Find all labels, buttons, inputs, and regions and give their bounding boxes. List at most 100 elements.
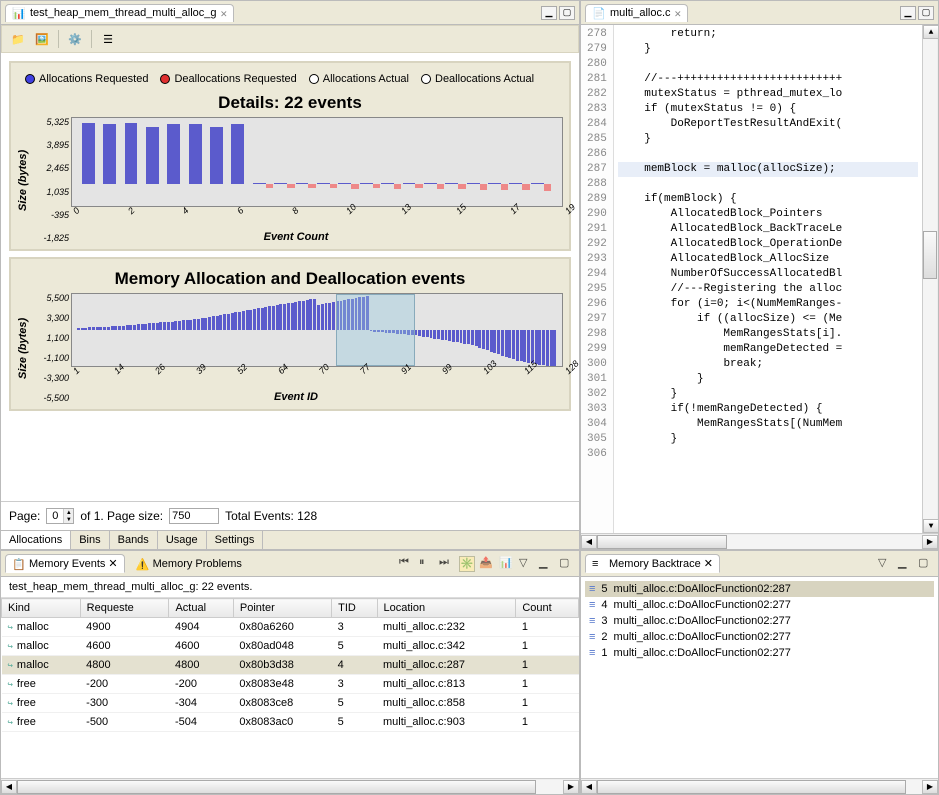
page-input[interactable] (47, 509, 63, 523)
code-file-tab[interactable]: 📄 multi_alloc.c ✕ (585, 4, 688, 22)
tool-icon[interactable]: ⏭ (439, 556, 455, 572)
details-plot-area[interactable] (71, 117, 563, 207)
backtrace-item[interactable]: ≡1multi_alloc.c:DoAllocFunction02:277 (585, 645, 934, 661)
page-spinner[interactable]: ▲▼ (46, 508, 74, 524)
tool-icon[interactable]: 📤 (479, 556, 495, 572)
backtrace-item[interactable]: ≡3multi_alloc.c:DoAllocFunction02:277 (585, 613, 934, 629)
column-header[interactable]: Count (516, 599, 579, 618)
scroll-left-icon[interactable]: ◀ (581, 535, 597, 549)
close-icon[interactable]: ✕ (108, 557, 117, 570)
line-number-gutter: 2782792802812822832842852862872882892902… (581, 25, 614, 533)
events-table[interactable]: KindRequesteActualPointerTIDLocationCoun… (1, 598, 579, 778)
tool-icon[interactable]: ✳️ (459, 556, 475, 572)
c-file-icon: 📄 (592, 7, 606, 19)
tool-icon[interactable]: ⏸ (419, 556, 435, 572)
scroll-thumb[interactable] (597, 535, 727, 549)
backtrace-tab-bar: ≡ Memory Backtrace ✕ ▽ ▁ ▢ (581, 551, 938, 577)
maximize-icon[interactable]: ▢ (559, 6, 575, 20)
scroll-left-icon[interactable]: ◀ (581, 780, 597, 794)
overview-y-label: Size (bytes) (17, 293, 29, 403)
page-down-icon[interactable]: ▼ (63, 516, 73, 523)
table-row[interactable]: ↪free-300-3040x8083ce85multi_alloc.c:858… (2, 694, 579, 713)
tool-icon[interactable]: 📊 (499, 556, 515, 572)
tool-icon-2[interactable]: 🖼️ (34, 31, 50, 47)
events-icon: 📋 (12, 558, 26, 570)
close-icon[interactable]: ✕ (221, 7, 228, 20)
table-row[interactable]: ↪malloc480048000x80b3d384multi_alloc.c:2… (2, 656, 579, 675)
maximize-icon[interactable]: ▢ (559, 556, 575, 572)
analysis-tab-settings[interactable]: Settings (207, 531, 264, 549)
column-header[interactable]: Pointer (233, 599, 331, 618)
analysis-tab-usage[interactable]: Usage (158, 531, 207, 549)
code-lines[interactable]: return; } //---+++++++++++++++++++++++++… (614, 25, 922, 533)
scroll-thumb[interactable] (923, 231, 937, 279)
minimize-icon[interactable]: ▁ (898, 556, 914, 572)
tool-icon[interactable]: ⏮ (399, 556, 415, 572)
code-tab-title: multi_alloc.c (610, 7, 671, 19)
minimize-icon[interactable]: ▁ (539, 556, 555, 572)
scroll-down-icon[interactable]: ▼ (923, 519, 938, 533)
chart-legend: Allocations Requested Deallocations Requ… (17, 69, 563, 89)
analysis-tab-allocations[interactable]: Allocations (1, 531, 71, 549)
minimize-icon[interactable]: ▁ (900, 6, 916, 20)
menu-dropdown-icon[interactable]: ▽ (519, 556, 535, 572)
table-row[interactable]: ↪free-500-5040x8083ac05multi_alloc.c:903… (2, 713, 579, 732)
table-row[interactable]: ↪malloc460046000x80ad0485multi_alloc.c:3… (2, 637, 579, 656)
memory-events-tab[interactable]: 📋 Memory Events ✕ (5, 554, 125, 573)
analysis-tab-bins[interactable]: Bins (71, 531, 109, 549)
total-events-label: Total Events: 128 (225, 509, 317, 523)
horizontal-scrollbar[interactable]: ◀ ▶ (581, 533, 938, 549)
page-label: Page: (9, 509, 40, 523)
code-area[interactable]: 2782792802812822832842852862872882892902… (581, 25, 938, 533)
memory-problems-tab[interactable]: ⚠️ Memory Problems (129, 555, 249, 573)
tool-icon-3[interactable]: ⚙️ (67, 31, 83, 47)
backtrace-tab[interactable]: ≡ Memory Backtrace ✕ (585, 554, 720, 573)
menu-dropdown-icon[interactable]: ▽ (878, 556, 894, 572)
column-header[interactable]: Requeste (80, 599, 169, 618)
analysis-mode-tabs: AllocationsBinsBandsUsageSettings (1, 530, 579, 549)
close-icon[interactable]: ✕ (704, 557, 713, 570)
horizontal-scrollbar[interactable]: ◀ ▶ (581, 778, 938, 794)
table-row[interactable]: ↪malloc490049040x80a62603multi_alloc.c:2… (2, 618, 579, 637)
chart-toolbar: 📁 🖼️ ⚙️ ☰ (1, 25, 579, 53)
maximize-icon[interactable]: ▢ (918, 6, 934, 20)
overview-x-label: Event ID (29, 391, 563, 403)
vertical-scrollbar[interactable]: ▲ ▼ (922, 25, 938, 533)
events-tab-bar: 📋 Memory Events ✕ ⚠️ Memory Problems ⏮ ⏸… (1, 551, 579, 577)
tool-icon-4[interactable]: ☰ (100, 31, 116, 47)
minimize-icon[interactable]: ▁ (541, 6, 557, 20)
scroll-up-icon[interactable]: ▲ (923, 25, 938, 39)
events-tab-label: Memory Events (29, 558, 105, 570)
legend-alloc-req: Allocations Requested (39, 73, 148, 85)
column-header[interactable]: Actual (169, 599, 233, 618)
close-icon[interactable]: ✕ (675, 7, 682, 20)
scroll-thumb[interactable] (17, 780, 536, 794)
column-header[interactable]: TID (332, 599, 377, 618)
maximize-icon[interactable]: ▢ (918, 556, 934, 572)
page-size-input[interactable] (169, 508, 219, 524)
backtrace-list[interactable]: ≡5multi_alloc.c:DoAllocFunction02:287≡4m… (581, 577, 938, 778)
backtrace-item[interactable]: ≡2multi_alloc.c:DoAllocFunction02:277 (585, 629, 934, 645)
left-tab-bar: 📊 test_heap_mem_thread_multi_alloc_g ✕ ▁… (1, 1, 579, 25)
tool-icon-1[interactable]: 📁 (10, 31, 26, 47)
scroll-right-icon[interactable]: ▶ (922, 535, 938, 549)
column-header[interactable]: Kind (2, 599, 81, 618)
backtrace-item[interactable]: ≡4multi_alloc.c:DoAllocFunction02:277 (585, 597, 934, 613)
scroll-right-icon[interactable]: ▶ (563, 780, 579, 794)
scroll-left-icon[interactable]: ◀ (1, 780, 17, 794)
backtrace-item[interactable]: ≡5multi_alloc.c:DoAllocFunction02:287 (585, 581, 934, 597)
horizontal-scrollbar[interactable]: ◀ ▶ (1, 778, 579, 794)
chart-view-tab[interactable]: 📊 test_heap_mem_thread_multi_alloc_g ✕ (5, 4, 234, 22)
table-row[interactable]: ↪free-200-2000x8083e483multi_alloc.c:813… (2, 675, 579, 694)
details-y-ticks: 5,3253,8952,4651,035-395-1,825 (29, 117, 69, 243)
details-chart-title: Details: 22 events (17, 93, 563, 113)
column-header[interactable]: Location (377, 599, 516, 618)
page-up-icon[interactable]: ▲ (63, 509, 73, 516)
scroll-right-icon[interactable]: ▶ (922, 780, 938, 794)
overview-plot-area[interactable] (71, 293, 563, 367)
analysis-tab-bands[interactable]: Bands (110, 531, 158, 549)
scroll-thumb[interactable] (597, 780, 906, 794)
chart-icon: 📊 (12, 7, 26, 19)
memory-events-panel: 📋 Memory Events ✕ ⚠️ Memory Problems ⏮ ⏸… (0, 550, 580, 795)
details-x-label: Event Count (29, 231, 563, 243)
